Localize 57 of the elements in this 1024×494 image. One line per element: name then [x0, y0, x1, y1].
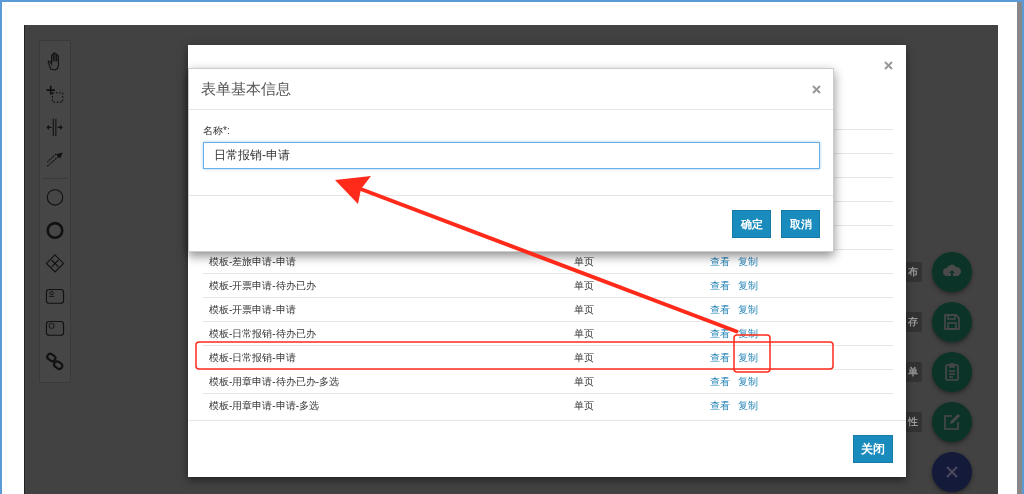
action-fab-button[interactable] — [932, 302, 972, 342]
action-link[interactable]: 查看 — [710, 398, 730, 412]
action-link[interactable]: 复制 — [738, 398, 758, 412]
table-cell: 模板-用章申请-申请-多选 — [209, 398, 319, 412]
table-cell: 单页 — [574, 350, 594, 365]
table-cell: 模板-开票申请-申请 — [209, 302, 296, 317]
field-label: 名称*: — [203, 124, 230, 138]
table-cell: 模板-日常报销-申请 — [209, 350, 296, 365]
action-fab-button[interactable] — [932, 252, 972, 292]
action-link[interactable]: 查看 — [710, 254, 730, 269]
table-cell: 模板-用章申请-待办已办-多选 — [209, 374, 339, 389]
action-link[interactable]: 复制 — [738, 374, 758, 389]
dialog-title: 表单基本信息 — [201, 79, 291, 99]
action-link[interactable]: 复制 — [738, 254, 758, 269]
confirm-button[interactable]: 确定 — [732, 210, 771, 238]
table-cell: 模板-差旅申请-申请 — [209, 254, 296, 269]
action-fab-button[interactable] — [932, 352, 972, 392]
table-cell: 模板-日常报销-待办已办 — [209, 326, 316, 341]
table-cell: 单页 — [574, 374, 594, 389]
link-icon[interactable] — [44, 352, 66, 371]
table-cell: 模板-开票申请-待办已办 — [209, 278, 316, 293]
table-cell: 单页 — [574, 326, 594, 341]
cancel-button[interactable]: 取消 — [781, 210, 820, 238]
user-task-icon[interactable] — [44, 286, 66, 306]
action-label: 性 — [906, 412, 922, 432]
close-icon — [944, 464, 960, 480]
action-link[interactable]: 查看 — [710, 302, 730, 317]
action-link[interactable]: 复制 — [738, 350, 758, 365]
action-link[interactable]: 查看 — [710, 326, 730, 341]
table-cell: 单页 — [574, 254, 594, 269]
close-icon — [812, 84, 821, 94]
action-link[interactable]: 查看 — [710, 278, 730, 293]
close-button[interactable]: 关闭 — [853, 435, 893, 463]
table-cell: 单页 — [574, 278, 594, 293]
name-input-field[interactable]: 日常报销-申请 — [203, 142, 820, 169]
table-cell: 单页 — [574, 302, 594, 317]
action-link[interactable]: 查看 — [710, 350, 730, 365]
diamond-icon[interactable] — [44, 253, 66, 273]
select-icon[interactable] — [44, 84, 66, 104]
circle-icon[interactable] — [44, 188, 66, 207]
action-link[interactable]: 复制 — [738, 278, 758, 293]
close-button[interactable] — [812, 84, 821, 94]
action-label: 布 — [906, 262, 922, 282]
clipboard-icon — [942, 362, 962, 382]
action-link[interactable]: 复制 — [738, 302, 758, 317]
close-fab-button[interactable] — [932, 452, 972, 492]
action-label: 存 — [906, 312, 922, 332]
save-icon — [942, 312, 962, 332]
edit-icon — [942, 412, 962, 432]
action-label: 单 — [906, 362, 922, 382]
action-fab-button[interactable] — [932, 402, 972, 442]
close-icon — [884, 61, 893, 70]
table-cell: 单页 — [574, 398, 594, 412]
action-link[interactable]: 查看 — [710, 374, 730, 389]
thick-circle-icon[interactable] — [44, 220, 66, 240]
split-icon[interactable] — [44, 117, 66, 137]
service-task-icon[interactable] — [44, 319, 66, 339]
